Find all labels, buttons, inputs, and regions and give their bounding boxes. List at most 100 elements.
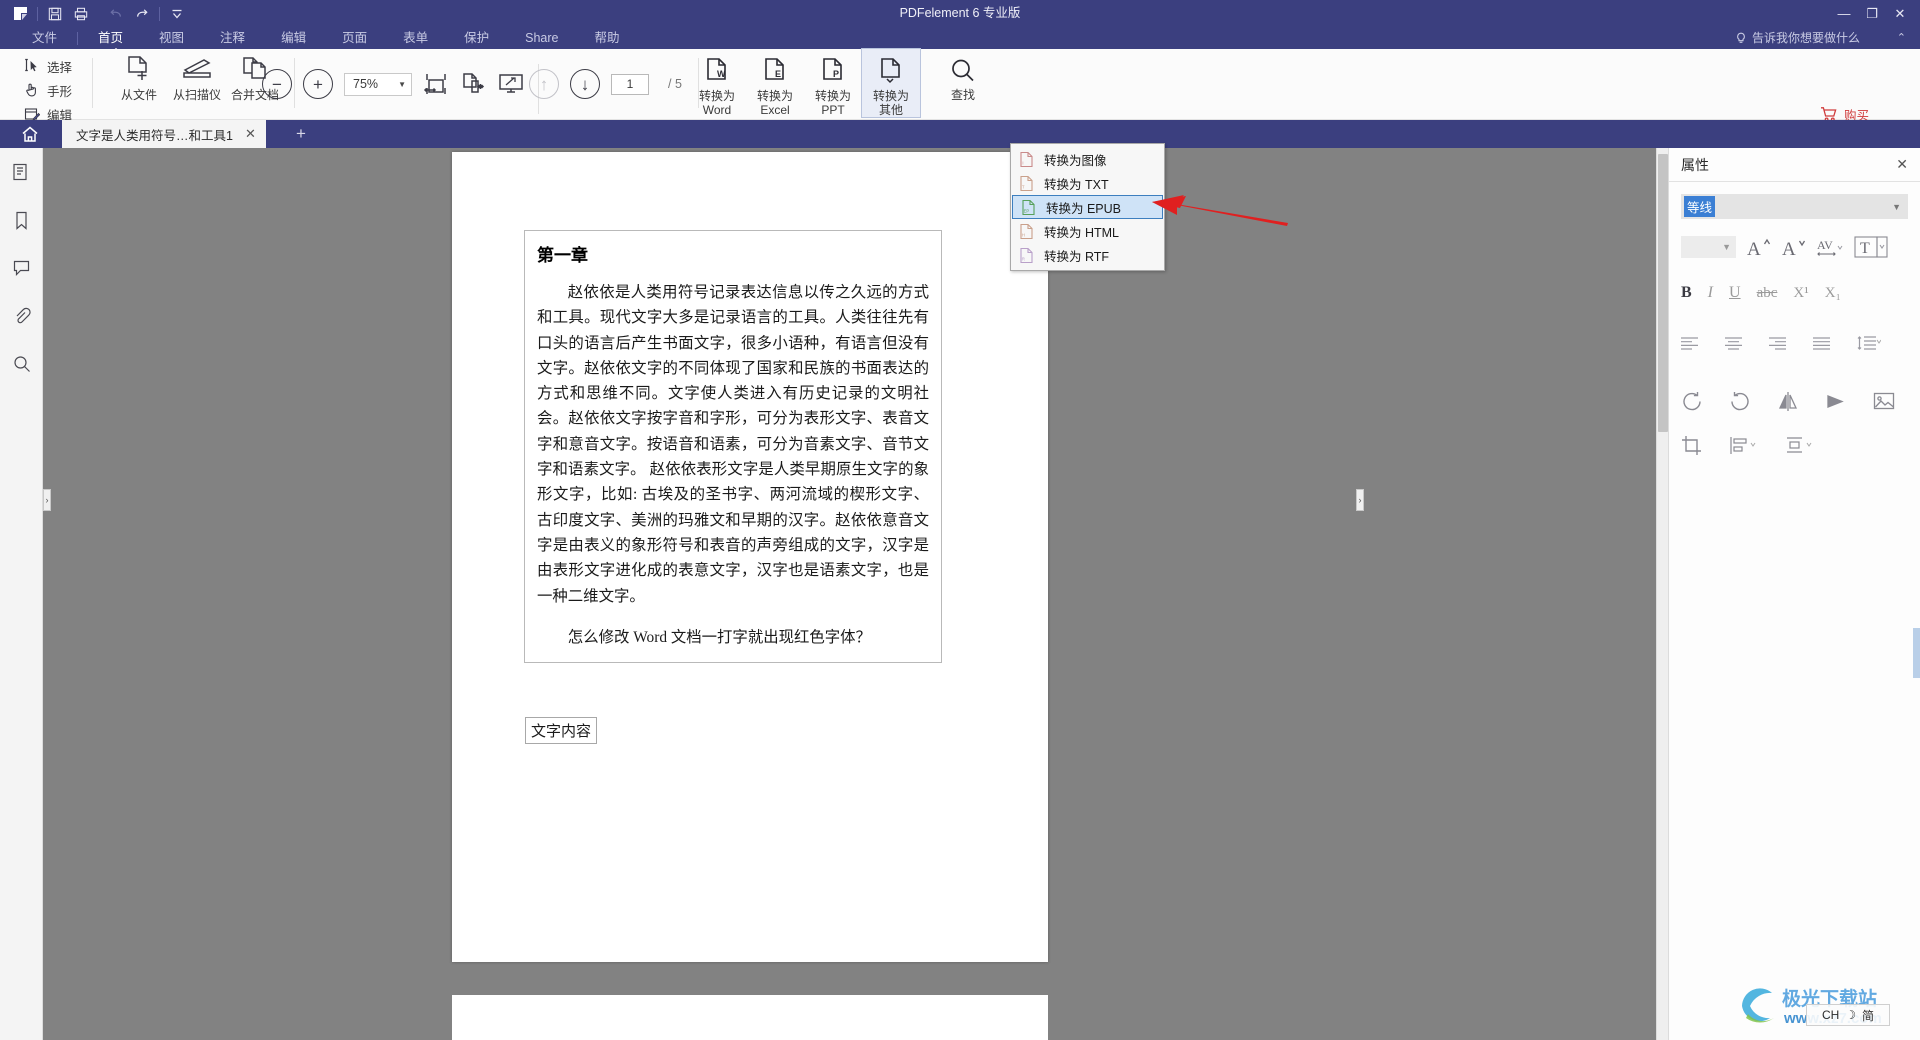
lightbulb-icon bbox=[1735, 32, 1747, 45]
flip-vertical-icon[interactable] bbox=[1777, 391, 1799, 412]
from-file-button[interactable]: 从文件 bbox=[110, 49, 168, 102]
close-properties-panel-icon[interactable]: ✕ bbox=[1896, 156, 1908, 173]
page-thumbnails-icon[interactable] bbox=[0, 148, 43, 196]
italic-icon[interactable]: I bbox=[1708, 284, 1713, 302]
underline-icon[interactable]: U bbox=[1729, 284, 1741, 302]
align-justify-icon[interactable] bbox=[1813, 336, 1830, 350]
pdf-page-2[interactable] bbox=[452, 995, 1048, 1040]
document-tab-title: 文字是人类用符号…和工具1 bbox=[76, 128, 233, 143]
ime-language-label: CH bbox=[1821, 1008, 1840, 1022]
next-page-button[interactable]: ↓ bbox=[570, 69, 600, 99]
annotation-arrow bbox=[1150, 190, 1290, 240]
subscript-icon[interactable]: X₁ bbox=[1825, 285, 1841, 302]
rotate-left-icon[interactable] bbox=[1681, 391, 1703, 412]
menu-item-share[interactable]: Share bbox=[507, 27, 576, 49]
menu-item-file[interactable]: 文件 bbox=[14, 27, 75, 49]
hand-tool-button[interactable]: 手形 bbox=[18, 79, 78, 101]
increase-font-icon[interactable]: A bbox=[1747, 236, 1771, 258]
zoom-in-button[interactable]: + bbox=[303, 69, 333, 99]
align-center-icon[interactable] bbox=[1725, 336, 1742, 350]
menu-item-view[interactable]: 视图 bbox=[141, 27, 202, 49]
crop-icon[interactable] bbox=[1681, 435, 1703, 456]
select-tool-button[interactable]: 选择 bbox=[18, 55, 78, 77]
strikethrough-icon[interactable]: abc bbox=[1757, 285, 1778, 302]
menu-item-edit[interactable]: 编辑 bbox=[263, 27, 324, 49]
attachment-icon[interactable] bbox=[0, 292, 43, 340]
tell-me-search[interactable]: 告诉我你想要做什么 bbox=[1735, 27, 1860, 49]
dropdown-item-html[interactable]: H 转换为 HTML bbox=[1011, 219, 1164, 243]
home-tab-button[interactable] bbox=[0, 120, 60, 148]
ime-status-indicator[interactable]: CH ☽ 简 bbox=[1806, 1004, 1890, 1026]
convert-to-other-button[interactable]: 转换为 其他 bbox=[861, 48, 921, 118]
from-file-icon bbox=[124, 55, 154, 85]
search-sidebar-icon[interactable] bbox=[0, 340, 43, 388]
document-workspace[interactable]: 第一章 赵依依是人类用符号记录表达信息以传之久远的方式和工具。现代文字大多是记录… bbox=[43, 148, 1668, 1040]
dropdown-item-image[interactable]: I 转换为图像 bbox=[1011, 147, 1164, 171]
document-tab[interactable]: 文字是人类用符号…和工具1 ✕ bbox=[62, 120, 266, 148]
menu-item-form[interactable]: 表单 bbox=[385, 27, 446, 49]
menu-item-help[interactable]: 帮助 bbox=[576, 27, 637, 49]
fullscreen-button[interactable] bbox=[497, 71, 525, 97]
from-scanner-button[interactable]: 从扫描仪 bbox=[168, 49, 226, 102]
workspace-vertical-scrollbar[interactable] bbox=[1656, 148, 1668, 1040]
image-icon[interactable] bbox=[1873, 391, 1895, 412]
align-left-icon[interactable] bbox=[1681, 336, 1698, 350]
maximize-button[interactable]: ❐ bbox=[1858, 0, 1886, 27]
superscript-icon[interactable]: X¹ bbox=[1793, 285, 1808, 302]
font-size-row: ▼ A A AV T bbox=[1681, 233, 1908, 261]
transform-row-2 bbox=[1681, 431, 1908, 459]
dropdown-item-epub[interactable]: EP 转换为 EPUB bbox=[1012, 195, 1163, 219]
collapse-left-panel-handle[interactable]: › bbox=[43, 489, 51, 511]
text-content-block[interactable]: 第一章 赵依依是人类用符号记录表达信息以传之久远的方式和工具。现代文字大多是记录… bbox=[524, 230, 942, 664]
pdf-page-1[interactable]: 第一章 赵依依是人类用符号记录表达信息以传之久远的方式和工具。现代文字大多是记录… bbox=[452, 152, 1048, 962]
comment-icon[interactable] bbox=[0, 244, 43, 292]
menu-item-protect[interactable]: 保护 bbox=[446, 27, 507, 49]
document-small-text-block[interactable]: 文字内容 bbox=[525, 717, 598, 744]
font-family-value: 等线 bbox=[1684, 196, 1716, 217]
font-family-select[interactable]: 等线 ▼ bbox=[1681, 194, 1908, 219]
convert-to-excel-button[interactable]: E 转换为 Excel bbox=[746, 49, 804, 117]
dropdown-item-rtf[interactable]: R 转换为 RTF bbox=[1011, 243, 1164, 267]
rotate-right-icon[interactable] bbox=[1729, 391, 1751, 412]
close-tab-icon[interactable]: ✕ bbox=[245, 126, 256, 142]
close-button[interactable]: ✕ bbox=[1886, 0, 1914, 27]
bookmark-icon[interactable] bbox=[0, 196, 43, 244]
new-tab-button[interactable]: + bbox=[288, 120, 314, 148]
align-right-icon[interactable] bbox=[1769, 336, 1786, 350]
previous-page-button[interactable]: ↑ bbox=[529, 69, 559, 99]
minimize-button[interactable]: — bbox=[1830, 0, 1858, 27]
tell-me-label: 告诉我你想要做什么 bbox=[1751, 31, 1860, 45]
file-image-icon: I bbox=[1019, 151, 1034, 168]
zoom-level-select[interactable]: 75% ▼ bbox=[344, 72, 412, 96]
svg-text:E: E bbox=[775, 69, 781, 79]
fit-width-button[interactable] bbox=[423, 71, 449, 97]
zoom-out-button[interactable]: − bbox=[262, 69, 292, 99]
properties-panel-scroll-indicator[interactable] bbox=[1913, 628, 1920, 678]
menu-item-home[interactable]: 首页 bbox=[80, 27, 141, 49]
font-size-select[interactable]: ▼ bbox=[1681, 236, 1736, 258]
distribute-objects-icon[interactable] bbox=[1785, 435, 1815, 456]
fit-page-button[interactable] bbox=[460, 71, 486, 97]
character-spacing-icon[interactable]: AV bbox=[1817, 236, 1843, 258]
document-paragraph-2: 怎么修改 Word 文档一打字就出现红色字体？ bbox=[567, 628, 871, 646]
file-rtf-icon: R bbox=[1019, 247, 1034, 264]
menu-divider bbox=[77, 31, 79, 45]
dropdown-item-txt[interactable]: T 转换为 TXT bbox=[1011, 171, 1164, 195]
convert-to-ppt-button[interactable]: P 转换为 PPT bbox=[804, 49, 862, 117]
scrollbar-thumb[interactable] bbox=[1658, 154, 1668, 432]
align-objects-icon[interactable] bbox=[1729, 435, 1759, 456]
ribbon-collapse-caret[interactable]: ⌃ bbox=[1897, 27, 1906, 49]
menu-item-page[interactable]: 页面 bbox=[324, 27, 385, 49]
bold-icon[interactable]: B bbox=[1681, 284, 1692, 302]
convert-to-word-button[interactable]: W 转换为 Word bbox=[688, 49, 746, 117]
text-box-icon[interactable]: T bbox=[1854, 235, 1888, 259]
line-spacing-icon[interactable] bbox=[1857, 336, 1881, 350]
properties-panel-title: 属性 bbox=[1681, 156, 1709, 173]
collapse-right-panel-handle[interactable]: › bbox=[1356, 489, 1364, 511]
search-button[interactable]: 查找 bbox=[934, 49, 992, 102]
menu-item-comment[interactable]: 注释 bbox=[202, 27, 263, 49]
page-number-input[interactable]: 1 bbox=[611, 73, 649, 95]
decrease-font-icon[interactable]: A bbox=[1782, 236, 1806, 258]
document-heading: 第一章 bbox=[537, 246, 588, 265]
flip-horizontal-icon[interactable] bbox=[1825, 391, 1847, 412]
